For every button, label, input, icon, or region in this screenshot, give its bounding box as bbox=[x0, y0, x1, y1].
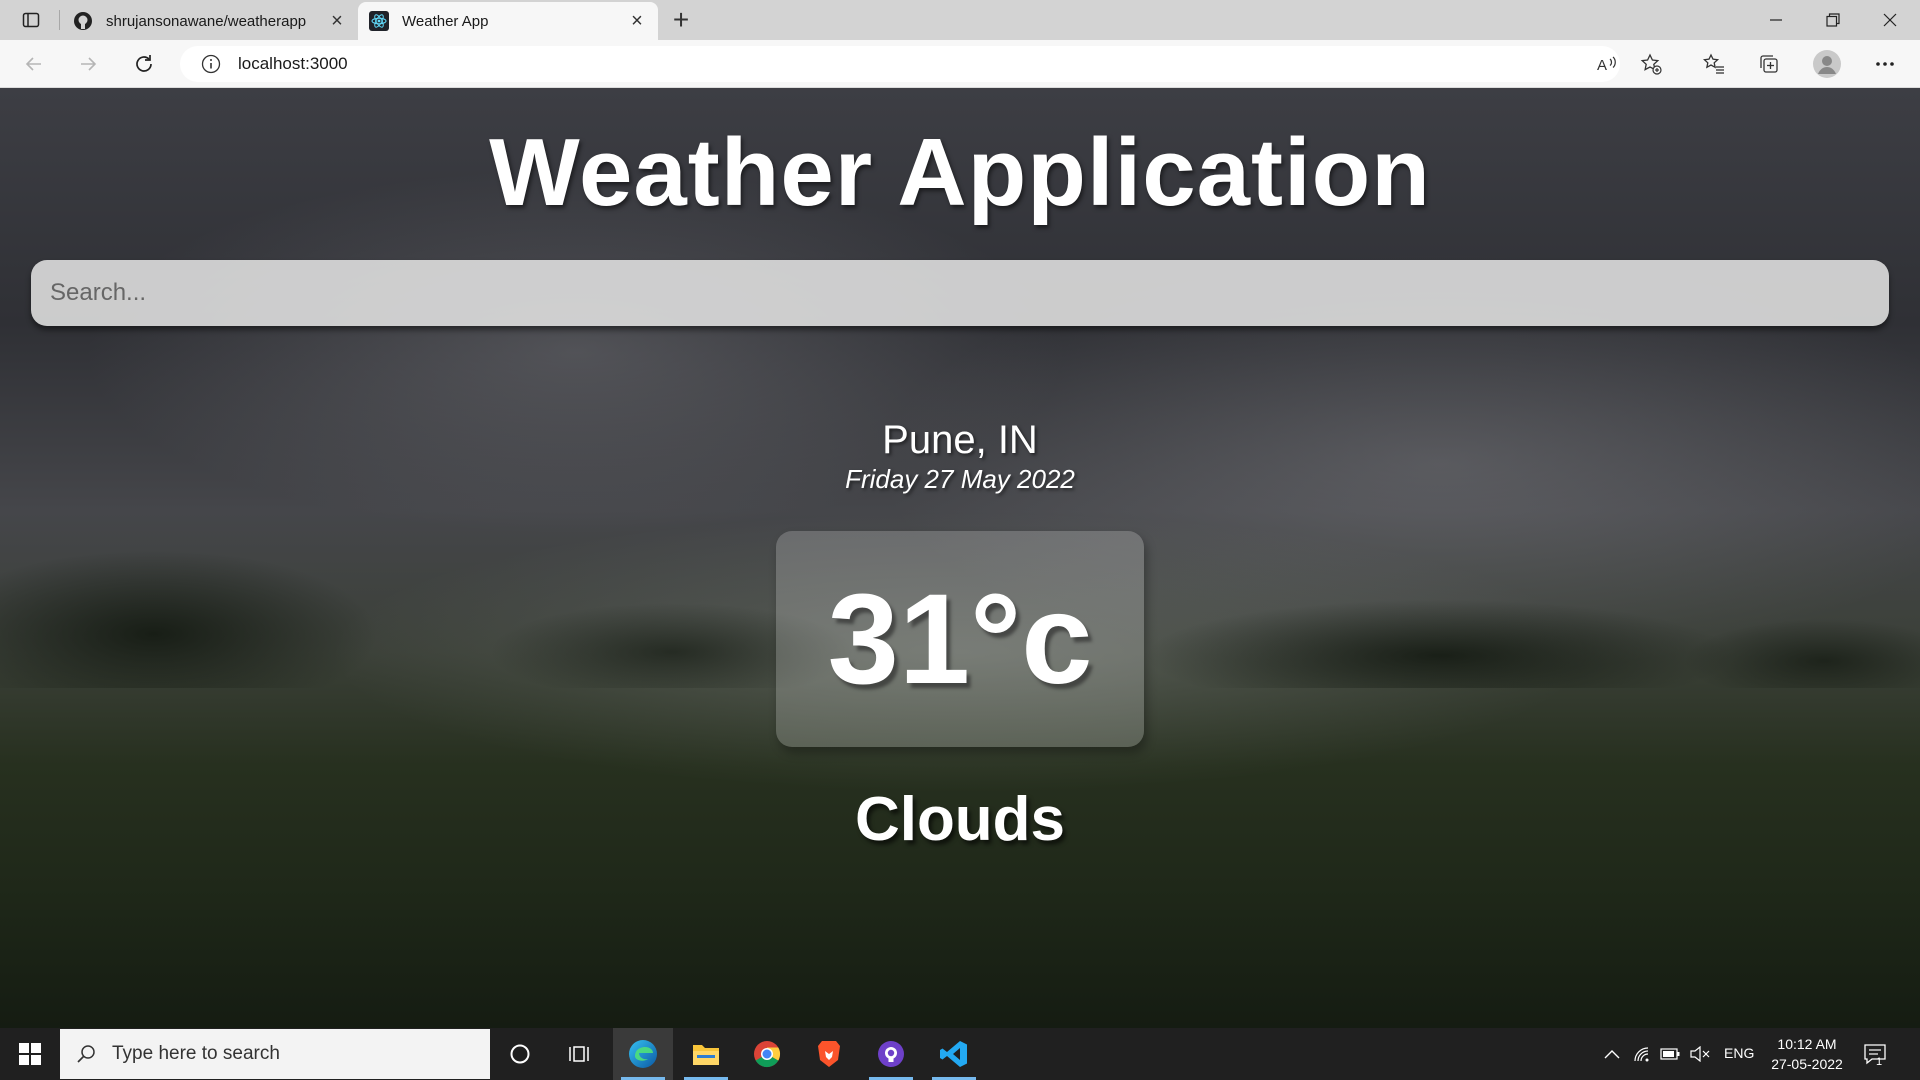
input-language[interactable]: ENG bbox=[1724, 1045, 1754, 1061]
file-explorer-icon[interactable] bbox=[676, 1028, 736, 1080]
site-info-icon[interactable] bbox=[200, 53, 222, 75]
system-clock[interactable]: 10:12 AM 27-05-2022 bbox=[1762, 1034, 1852, 1074]
new-tab-button[interactable]: + bbox=[664, 4, 698, 36]
weather-page: Weather Application Pune, IN Friday 27 M… bbox=[0, 88, 1920, 1028]
vscode-icon[interactable] bbox=[924, 1028, 984, 1080]
url-text: localhost:3000 bbox=[238, 54, 348, 73]
clock-date: 27-05-2022 bbox=[1771, 1056, 1843, 1072]
brave-icon[interactable] bbox=[799, 1028, 859, 1080]
search-input[interactable] bbox=[31, 260, 1889, 326]
network-icon[interactable] bbox=[1630, 1042, 1654, 1066]
restore-icon[interactable] bbox=[1805, 0, 1861, 40]
notification-count-badge: 1 bbox=[1876, 1056, 1883, 1068]
date-label: Friday 27 May 2022 bbox=[845, 464, 1075, 494]
tab-title: Weather App bbox=[402, 12, 489, 30]
edge-icon[interactable] bbox=[613, 1028, 673, 1080]
read-aloud-icon[interactable]: A bbox=[1592, 51, 1622, 77]
windows-start-icon[interactable] bbox=[0, 1028, 60, 1080]
more-options-icon[interactable] bbox=[1868, 48, 1902, 80]
back-arrow-icon[interactable] bbox=[16, 47, 52, 81]
weather-condition: Clouds bbox=[854, 785, 1066, 854]
show-hidden-icons-icon[interactable] bbox=[1600, 1042, 1624, 1066]
forward-arrow-icon[interactable] bbox=[70, 47, 106, 81]
minimize-icon[interactable] bbox=[1748, 0, 1804, 40]
app-title: Weather Application bbox=[489, 119, 1431, 226]
location-label: Pune, IN bbox=[882, 418, 1038, 462]
favorites-icon[interactable] bbox=[1697, 48, 1731, 80]
clock-time: 10:12 AM bbox=[1777, 1036, 1837, 1052]
temperature-card: 31°c bbox=[776, 531, 1144, 747]
taskbar-search-placeholder: Type here to search bbox=[112, 1043, 280, 1064]
tab-close-icon[interactable]: × bbox=[624, 8, 650, 34]
cortana-icon[interactable] bbox=[490, 1028, 550, 1080]
close-window-icon[interactable] bbox=[1862, 0, 1918, 40]
react-icon bbox=[368, 10, 390, 32]
github-icon bbox=[72, 10, 94, 32]
notification-center-icon[interactable] bbox=[1860, 1040, 1890, 1068]
volume-muted-icon[interactable] bbox=[1688, 1042, 1712, 1066]
reload-icon[interactable] bbox=[126, 47, 162, 81]
task-view-icon[interactable] bbox=[550, 1028, 610, 1080]
battery-icon[interactable] bbox=[1658, 1042, 1682, 1066]
tab-github[interactable]: shrujansonawane/weatherapp × bbox=[62, 2, 358, 40]
chrome-icon[interactable] bbox=[737, 1028, 797, 1080]
tab-actions-icon[interactable] bbox=[14, 6, 48, 34]
profile-avatar-icon[interactable] bbox=[1810, 48, 1844, 80]
address-bar[interactable]: localhost:3000 A bbox=[180, 46, 1662, 82]
temperature-value: 31°c bbox=[827, 567, 1093, 711]
collections-icon[interactable] bbox=[1752, 48, 1786, 80]
search-icon bbox=[74, 1042, 98, 1066]
tab-close-icon[interactable]: × bbox=[324, 8, 350, 34]
taskbar: Type here to search ENG 10:12 AM 27-05-2… bbox=[0, 1028, 1920, 1080]
browser-toolbar: localhost:3000 A bbox=[0, 40, 1920, 88]
tab-title: shrujansonawane/weatherapp bbox=[106, 12, 307, 30]
github-desktop-icon[interactable] bbox=[861, 1028, 921, 1080]
svg-text:A: A bbox=[1597, 57, 1607, 73]
tab-weather-app[interactable]: Weather App × bbox=[358, 2, 658, 40]
taskbar-search-box[interactable]: Type here to search bbox=[60, 1029, 490, 1079]
browser-tab-strip: shrujansonawane/weatherapp × Weather App… bbox=[0, 0, 1920, 40]
add-favorite-icon[interactable] bbox=[1636, 51, 1666, 77]
tab-separator bbox=[59, 10, 60, 30]
